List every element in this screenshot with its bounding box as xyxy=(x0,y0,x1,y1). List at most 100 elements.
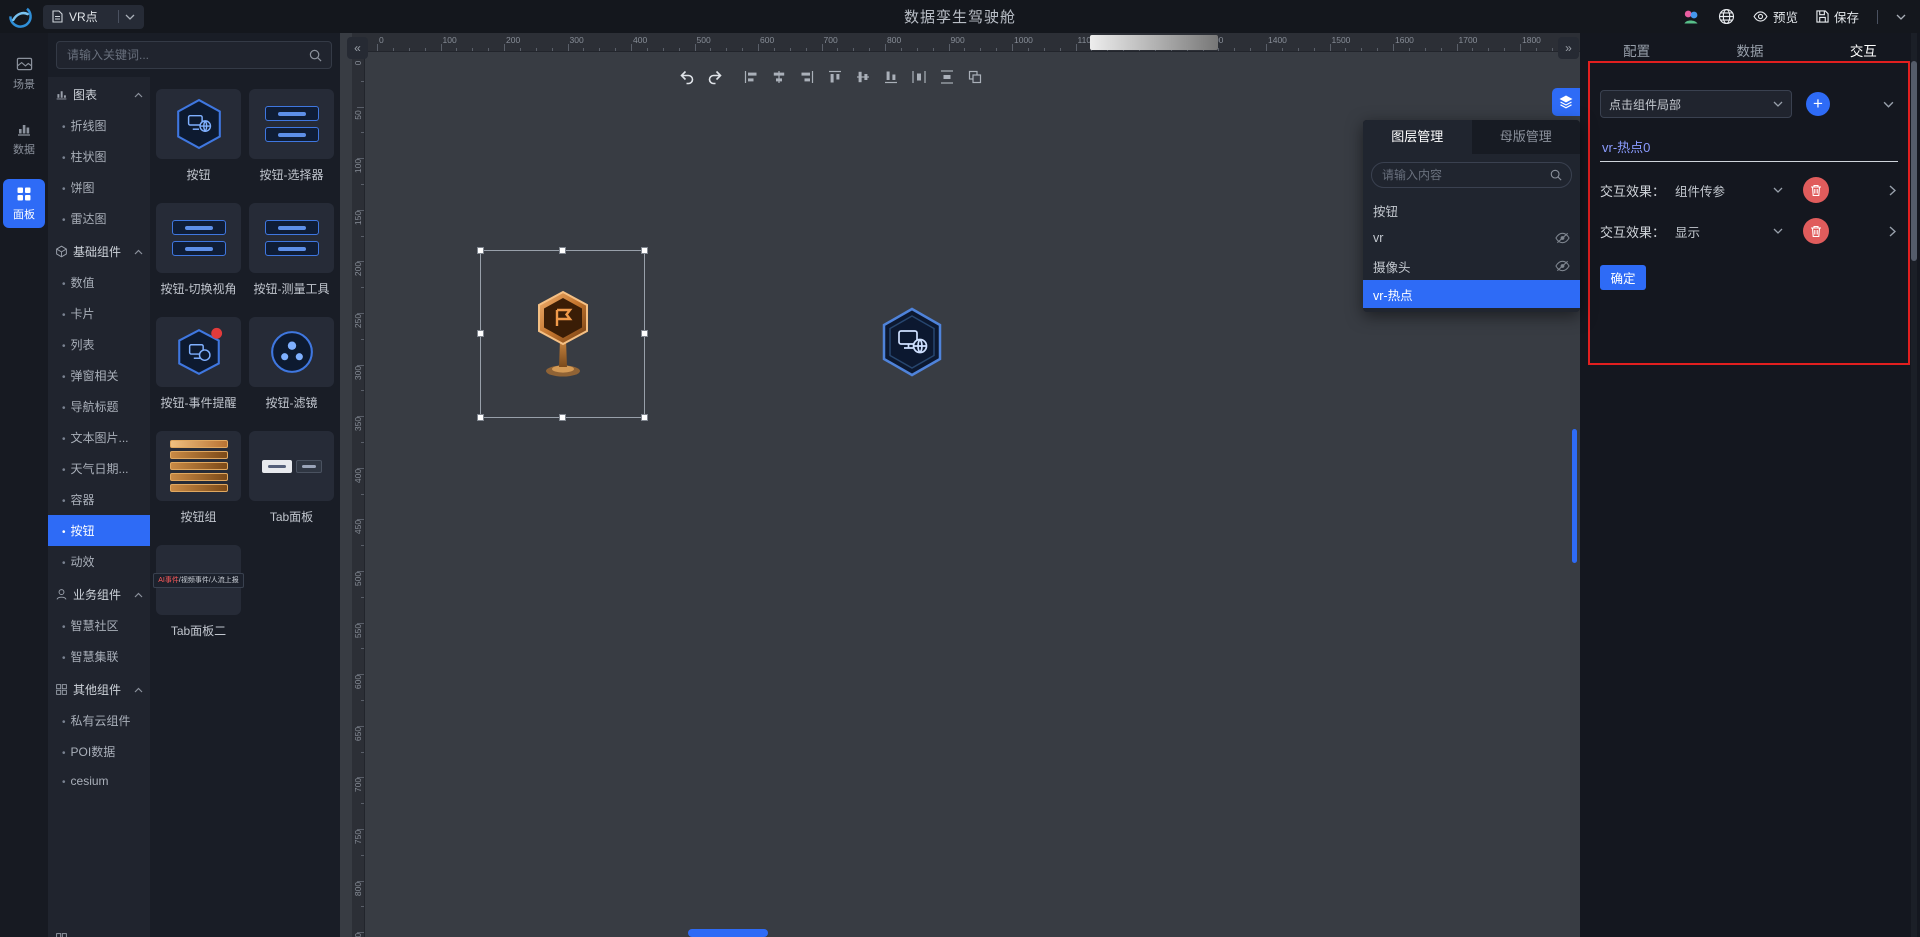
effect-select[interactable]: 组件传参 xyxy=(1675,181,1783,200)
resize-handle[interactable] xyxy=(477,414,484,421)
layers-search[interactable] xyxy=(1371,162,1572,188)
nav-panel[interactable]: 面板 xyxy=(3,179,45,228)
redo-icon[interactable] xyxy=(706,68,724,86)
align-top-icon[interactable] xyxy=(826,68,844,86)
category-header-4[interactable]: 其他组件 xyxy=(48,672,150,705)
layer-item-vr-热点[interactable]: vr-热点 xyxy=(1363,280,1580,308)
inspector-scrollbar[interactable] xyxy=(1911,33,1917,937)
chevron-down-icon[interactable] xyxy=(1896,14,1906,20)
resize-handle[interactable] xyxy=(641,414,648,421)
resize-handle[interactable] xyxy=(477,247,484,254)
chevron-right-icon[interactable] xyxy=(1889,185,1896,196)
tile-button-measure-tool-preview[interactable] xyxy=(249,203,334,273)
nav-scene[interactable]: 场景 xyxy=(3,49,45,98)
globe-icon[interactable] xyxy=(1718,8,1735,25)
library-item[interactable]: POI数据 xyxy=(48,736,150,767)
canvas-hexagon-button-element[interactable] xyxy=(880,307,944,377)
project-selector[interactable]: VR点 xyxy=(43,5,144,29)
tab-layer-management[interactable]: 图层管理 xyxy=(1363,120,1472,154)
library-item[interactable]: 柱状图 xyxy=(48,141,150,172)
category-header-3[interactable]: 业务组件 xyxy=(48,577,150,610)
library-item[interactable]: 折线图 xyxy=(48,110,150,141)
eye-off-icon[interactable] xyxy=(1555,232,1570,244)
layer-item-按钮[interactable]: 按钮 xyxy=(1363,196,1580,224)
library-item[interactable]: 私有云组件 xyxy=(48,705,150,736)
canvas-vertical-scrollbar[interactable] xyxy=(1572,429,1577,563)
resize-handle[interactable] xyxy=(559,247,566,254)
library-item[interactable]: 动效 xyxy=(48,546,150,577)
combine-icon[interactable] xyxy=(966,68,984,86)
tab-data[interactable]: 数据 xyxy=(1693,40,1806,60)
layer-item-摄像头[interactable]: 摄像头 xyxy=(1363,252,1580,280)
chevron-right-icon[interactable] xyxy=(1889,226,1896,237)
layer-item-vr[interactable]: vr xyxy=(1363,224,1580,252)
effect-select[interactable]: 显示 xyxy=(1675,222,1783,241)
interaction-name-input[interactable] xyxy=(1600,136,1898,162)
library-item[interactable]: 数值 xyxy=(48,267,150,298)
library-item[interactable]: 导航标题 xyxy=(48,391,150,422)
tile-button-event-alert-preview[interactable] xyxy=(156,317,241,387)
save-button[interactable]: 保存 xyxy=(1816,7,1859,26)
chevron-down-icon[interactable] xyxy=(125,14,135,20)
align-left-icon[interactable] xyxy=(742,68,760,86)
collapse-library-button[interactable]: « xyxy=(347,37,368,59)
vr-hotspot-element[interactable] xyxy=(527,288,599,380)
confirm-button[interactable]: 确定 xyxy=(1600,265,1646,290)
align-center-h-icon[interactable] xyxy=(770,68,788,86)
tile-tab-panel-2-preview[interactable]: AI事件/视频事件/人流上报 xyxy=(156,545,241,615)
library-item[interactable]: cesium xyxy=(48,767,150,795)
undo-icon[interactable] xyxy=(678,68,696,86)
layers-search-input[interactable] xyxy=(1372,168,1550,182)
resize-handle[interactable] xyxy=(477,330,484,337)
selection-box[interactable] xyxy=(480,250,645,418)
eye-off-icon[interactable] xyxy=(1555,260,1570,272)
align-middle-icon[interactable] xyxy=(854,68,872,86)
layers-toggle-button[interactable] xyxy=(1552,88,1580,116)
library-item[interactable]: 容器 xyxy=(48,484,150,515)
library-item[interactable]: 雷达图 xyxy=(48,203,150,234)
library-item[interactable]: 智慧社区 xyxy=(48,610,150,641)
canvas-horizontal-scrollbar[interactable] xyxy=(688,929,768,937)
add-interaction-button[interactable]: + xyxy=(1806,92,1830,116)
collapse-panel-button[interactable]: » xyxy=(1558,37,1579,59)
library-item[interactable]: 卡片 xyxy=(48,298,150,329)
tab-interaction[interactable]: 交互 xyxy=(1807,40,1920,60)
distribute-v-icon[interactable] xyxy=(938,68,956,86)
chevron-down-icon[interactable] xyxy=(1883,101,1894,108)
library-item[interactable]: 天气日期... xyxy=(48,453,150,484)
library-item[interactable]: 列表 xyxy=(48,329,150,360)
library-item[interactable]: 弹窗相关 xyxy=(48,360,150,391)
tile-button-filter-preview[interactable] xyxy=(249,317,334,387)
distribute-h-icon[interactable] xyxy=(910,68,928,86)
tile-button-group-preview[interactable] xyxy=(156,431,241,501)
library-item[interactable]: 饼图 xyxy=(48,172,150,203)
category-header-1[interactable]: 图表 xyxy=(48,77,150,110)
trigger-type-select[interactable]: 点击组件局部 xyxy=(1600,90,1792,118)
nav-data[interactable]: 数据 xyxy=(3,114,45,163)
user-colorful-icon[interactable] xyxy=(1682,8,1700,26)
tile-button-switch-view-preview[interactable] xyxy=(156,203,241,273)
library-search-input[interactable] xyxy=(57,48,309,62)
resize-handle[interactable] xyxy=(641,330,648,337)
resize-handle[interactable] xyxy=(559,414,566,421)
resize-handle[interactable] xyxy=(641,247,648,254)
delete-effect-button[interactable] xyxy=(1803,218,1829,244)
category-header-2[interactable]: 基础组件 xyxy=(48,234,150,267)
library-item[interactable]: 文本图片... xyxy=(48,422,150,453)
tab-master-management[interactable]: 母版管理 xyxy=(1472,120,1581,154)
category-header-partial[interactable] xyxy=(48,923,150,937)
tab-config[interactable]: 配置 xyxy=(1580,40,1693,60)
delete-effect-button[interactable] xyxy=(1803,177,1829,203)
align-bottom-icon[interactable] xyxy=(882,68,900,86)
preview-button[interactable]: 预览 xyxy=(1753,7,1798,26)
library-search[interactable] xyxy=(56,41,332,69)
library-item[interactable]: 按钮 xyxy=(48,515,150,546)
ruler-minimap[interactable] xyxy=(1090,35,1218,50)
tile-button-preview[interactable] xyxy=(156,89,241,159)
align-right-icon[interactable] xyxy=(798,68,816,86)
scrollbar-thumb[interactable] xyxy=(1911,61,1917,261)
tile-button-selector-preview[interactable] xyxy=(249,89,334,159)
app-logo-icon[interactable] xyxy=(8,4,33,29)
library-item[interactable]: 智慧集联 xyxy=(48,641,150,672)
tile-tab-panel-preview[interactable] xyxy=(249,431,334,501)
